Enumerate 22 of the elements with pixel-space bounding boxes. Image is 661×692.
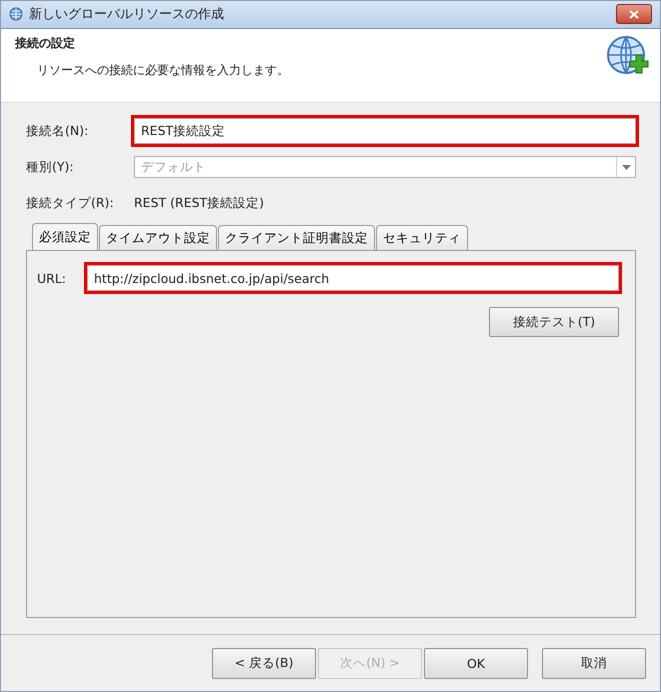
url-label: URL:	[37, 270, 68, 286]
field-label: 種別(Y):	[26, 158, 75, 176]
input-field[interactable]: REST接続設定	[134, 118, 636, 144]
dialog-button[interactable]: OK	[424, 648, 528, 679]
connection-test-button[interactable]: 接続テスト(T)	[489, 307, 619, 338]
url-field[interactable]: http://zipcloud.ibsnet.co.jp/api/search	[87, 265, 619, 292]
field-label: 接続タイプ(R):	[26, 194, 115, 212]
tab[interactable]: セキュリティ	[376, 225, 468, 250]
tab[interactable]: クライアント証明書設定	[218, 225, 375, 250]
globe-icon	[9, 7, 23, 22]
field-value: REST (REST接続設定)	[134, 194, 264, 212]
window-title: 新しいグローバルリソースの作成	[29, 6, 225, 24]
page-title: 接続の設定	[15, 34, 76, 52]
page-description: リソースへの接続に必要な情報を入力します。	[36, 62, 289, 79]
caret-icon	[622, 164, 630, 170]
close-button[interactable]	[616, 4, 652, 24]
dialog-button[interactable]: < 戻る(B)	[212, 648, 316, 679]
close-icon	[629, 10, 639, 19]
field-label: 接続名(N):	[26, 122, 90, 140]
tab[interactable]: 必須設定	[32, 223, 98, 250]
dialog-button[interactable]: 取消	[542, 648, 646, 679]
tab[interactable]: タイムアウト設定	[99, 225, 217, 250]
